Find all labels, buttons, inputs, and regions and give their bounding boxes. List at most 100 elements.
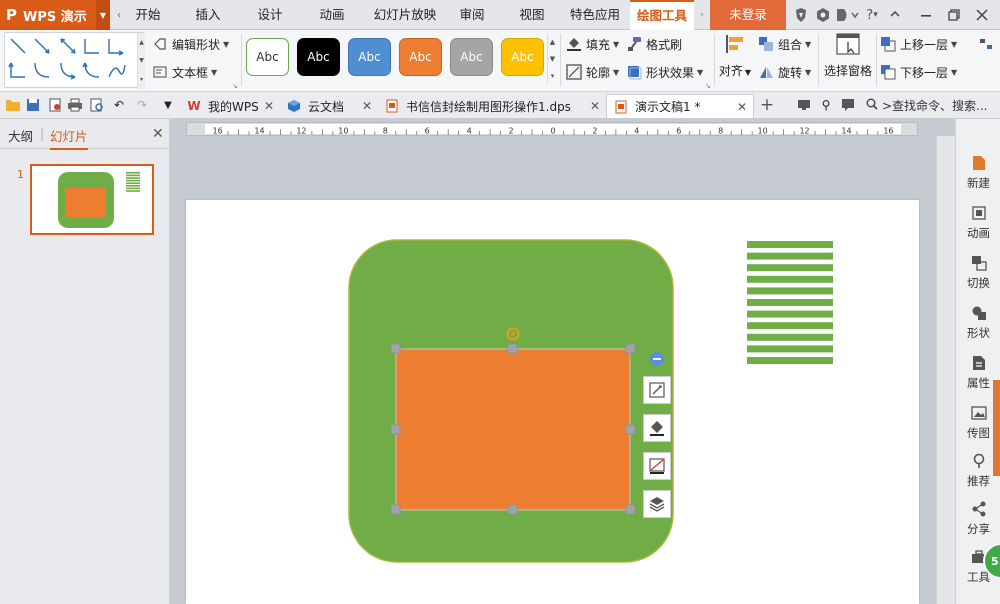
open-folder-icon[interactable]	[5, 97, 21, 113]
shape-style-1[interactable]: Abc	[246, 38, 289, 76]
paint-bucket-icon	[566, 37, 582, 51]
shape-style-6[interactable]: Abc	[501, 38, 544, 76]
shape-gallery: ▲ ▼ ▾	[4, 32, 145, 89]
edit-shape-icon	[152, 37, 168, 51]
restore-icon[interactable]	[944, 5, 964, 25]
text-box-button[interactable]: 文本框 ▼	[152, 62, 217, 82]
collapse-ribbon-icon[interactable]	[886, 6, 904, 24]
doc-tab-active[interactable]: 演示文稿1 * ✕	[606, 94, 754, 118]
screen-icon[interactable]	[796, 97, 812, 113]
group-button[interactable]: 组合 ▼	[758, 34, 811, 54]
tab-start[interactable]: 开始	[128, 0, 168, 30]
close-panel-icon[interactable]: ✕	[152, 126, 164, 142]
close-tab-icon[interactable]: ✕	[737, 100, 747, 114]
doc-tab-label: 演示文稿1 *	[635, 100, 701, 114]
float-layers-icon[interactable]	[643, 490, 671, 518]
ruler-label: 16	[883, 127, 893, 136]
edit-shape-button[interactable]: 编辑形状 ▼	[152, 34, 229, 54]
slide-thumbnail[interactable]	[30, 164, 154, 235]
pin-icon[interactable]: ⚲	[818, 97, 834, 113]
command-search-input[interactable]: >查找命令、搜索...	[866, 95, 1000, 115]
more-ribbon-icon[interactable]	[978, 34, 998, 54]
shape-style-3[interactable]: Abc	[348, 38, 391, 76]
vertical-scrollbar[interactable]	[936, 136, 955, 604]
export-icon[interactable]	[47, 97, 63, 113]
sidebar-item-label: 传图	[967, 426, 990, 440]
tab-outline[interactable]: 大纲	[8, 126, 33, 145]
inner-orange-rectangle[interactable]	[395, 348, 631, 511]
selection-pane-button[interactable]: 选择窗格	[822, 32, 874, 79]
tab-drawing-tools[interactable]: 绘图工具	[630, 0, 694, 30]
stripe-line	[747, 252, 833, 260]
quick-access-dropdown-icon[interactable]: ▼	[160, 97, 176, 113]
edit-shape-label: 编辑形状	[172, 37, 221, 52]
doc-tab-my-wps[interactable]: W 我的WPS ✕	[180, 94, 280, 118]
feedback-icon[interactable]	[840, 97, 856, 113]
sidebar-item-shape[interactable]: 形状	[956, 305, 1000, 341]
tab-slides[interactable]: 幻灯片	[50, 126, 88, 150]
horizontal-ruler[interactable]: 16 14 12 10 8 6 4 2 0 2 4 6 8 10 12 14 16	[186, 122, 918, 136]
app-menu-dropdown-icon[interactable]: ▼	[96, 0, 110, 30]
fill-button[interactable]: 填充 ▼	[566, 34, 619, 54]
app-menu-button[interactable]: P WPS 演示 ▼	[0, 0, 110, 30]
float-outline-icon[interactable]	[643, 452, 671, 480]
tab-animation[interactable]: 动画	[312, 0, 352, 30]
undo-icon[interactable]: ↶	[111, 97, 127, 113]
tab-review[interactable]: 审阅	[452, 0, 492, 30]
shape-style-4[interactable]: Abc	[399, 38, 442, 76]
gallery-scroll[interactable]: ▲ ▼ ▾	[137, 33, 145, 89]
striped-lines-shape[interactable]	[747, 241, 833, 364]
stripe-line	[747, 299, 833, 306]
collapse-tools-icon[interactable]	[650, 352, 664, 366]
settings-hex-icon[interactable]	[814, 6, 832, 24]
chevron-right-icon[interactable]: ›	[696, 0, 708, 30]
format-painter-button[interactable]: 格式刷	[626, 34, 682, 54]
rotate-button[interactable]: 旋转 ▼	[758, 62, 811, 82]
shape-style-5[interactable]: Abc	[450, 38, 493, 76]
launcher-icon[interactable]: ↘	[705, 82, 713, 90]
share-dropdown-icon[interactable]	[834, 6, 860, 24]
style-label: Abc	[256, 50, 279, 64]
stripe-line	[747, 241, 833, 248]
tab-design[interactable]: 设计	[250, 0, 290, 30]
doc-tab-cloud[interactable]: 云文档 ✕	[280, 94, 378, 118]
bring-forward-button[interactable]: 上移一层 ▼	[880, 34, 957, 54]
close-icon[interactable]	[972, 5, 992, 25]
close-tab-icon[interactable]: ✕	[362, 99, 372, 113]
send-backward-button[interactable]: 下移一层 ▼	[880, 62, 957, 82]
menu-bar: P WPS 演示 ▼ ‹ 开始 插入 设计 动画 幻灯片放映 审阅 视图 特色应…	[0, 0, 1000, 30]
sidebar-item-share[interactable]: 分享	[956, 501, 1000, 537]
chevron-left-icon[interactable]: ‹	[112, 0, 126, 30]
doc-tab-envelope[interactable]: 书信信封绘制用图形操作1.dps ✕	[378, 94, 606, 118]
redo-icon[interactable]: ↷	[134, 97, 150, 113]
minimize-icon[interactable]	[916, 5, 936, 25]
skin-icon[interactable]	[792, 6, 810, 24]
outline-button[interactable]: 轮廓 ▼	[566, 62, 619, 82]
ribbon-separator	[876, 34, 877, 86]
float-fill-icon[interactable]	[643, 414, 671, 442]
sidebar-item-animation[interactable]: 动画	[956, 205, 1000, 241]
shape-effect-button[interactable]: 形状效果 ▼	[626, 62, 703, 82]
sidebar-item-transition[interactable]: 切换	[956, 255, 1000, 291]
style-gallery-scroll[interactable]: ▲ ▼ ▾	[547, 34, 557, 84]
close-tab-icon[interactable]: ✕	[264, 99, 274, 113]
login-button[interactable]: 未登录	[710, 0, 786, 30]
align-button[interactable]: 对齐 ▼	[718, 32, 752, 79]
shape-style-2[interactable]: Abc	[297, 38, 340, 76]
save-icon[interactable]	[25, 97, 41, 113]
launcher-icon[interactable]: ↘	[232, 82, 240, 90]
tab-insert[interactable]: 插入	[188, 0, 228, 30]
sidebar-item-new[interactable]: 新建	[956, 155, 1000, 191]
tab-slideshow[interactable]: 幻灯片放映	[370, 0, 440, 30]
tab-view[interactable]: 视图	[512, 0, 552, 30]
tab-special[interactable]: 特色应用	[566, 0, 624, 30]
float-edit-shape-icon[interactable]	[643, 376, 671, 404]
print-icon[interactable]	[67, 97, 83, 113]
sidebar-expand-handle[interactable]	[993, 380, 1000, 476]
new-tab-plus-icon[interactable]: +	[758, 95, 776, 115]
line-shapes-icon[interactable]	[5, 33, 135, 89]
print-preview-icon[interactable]	[89, 97, 105, 113]
help-icon[interactable]: ? ▾	[860, 6, 884, 24]
close-tab-icon[interactable]: ✕	[590, 99, 600, 113]
stripe-line	[747, 345, 833, 353]
